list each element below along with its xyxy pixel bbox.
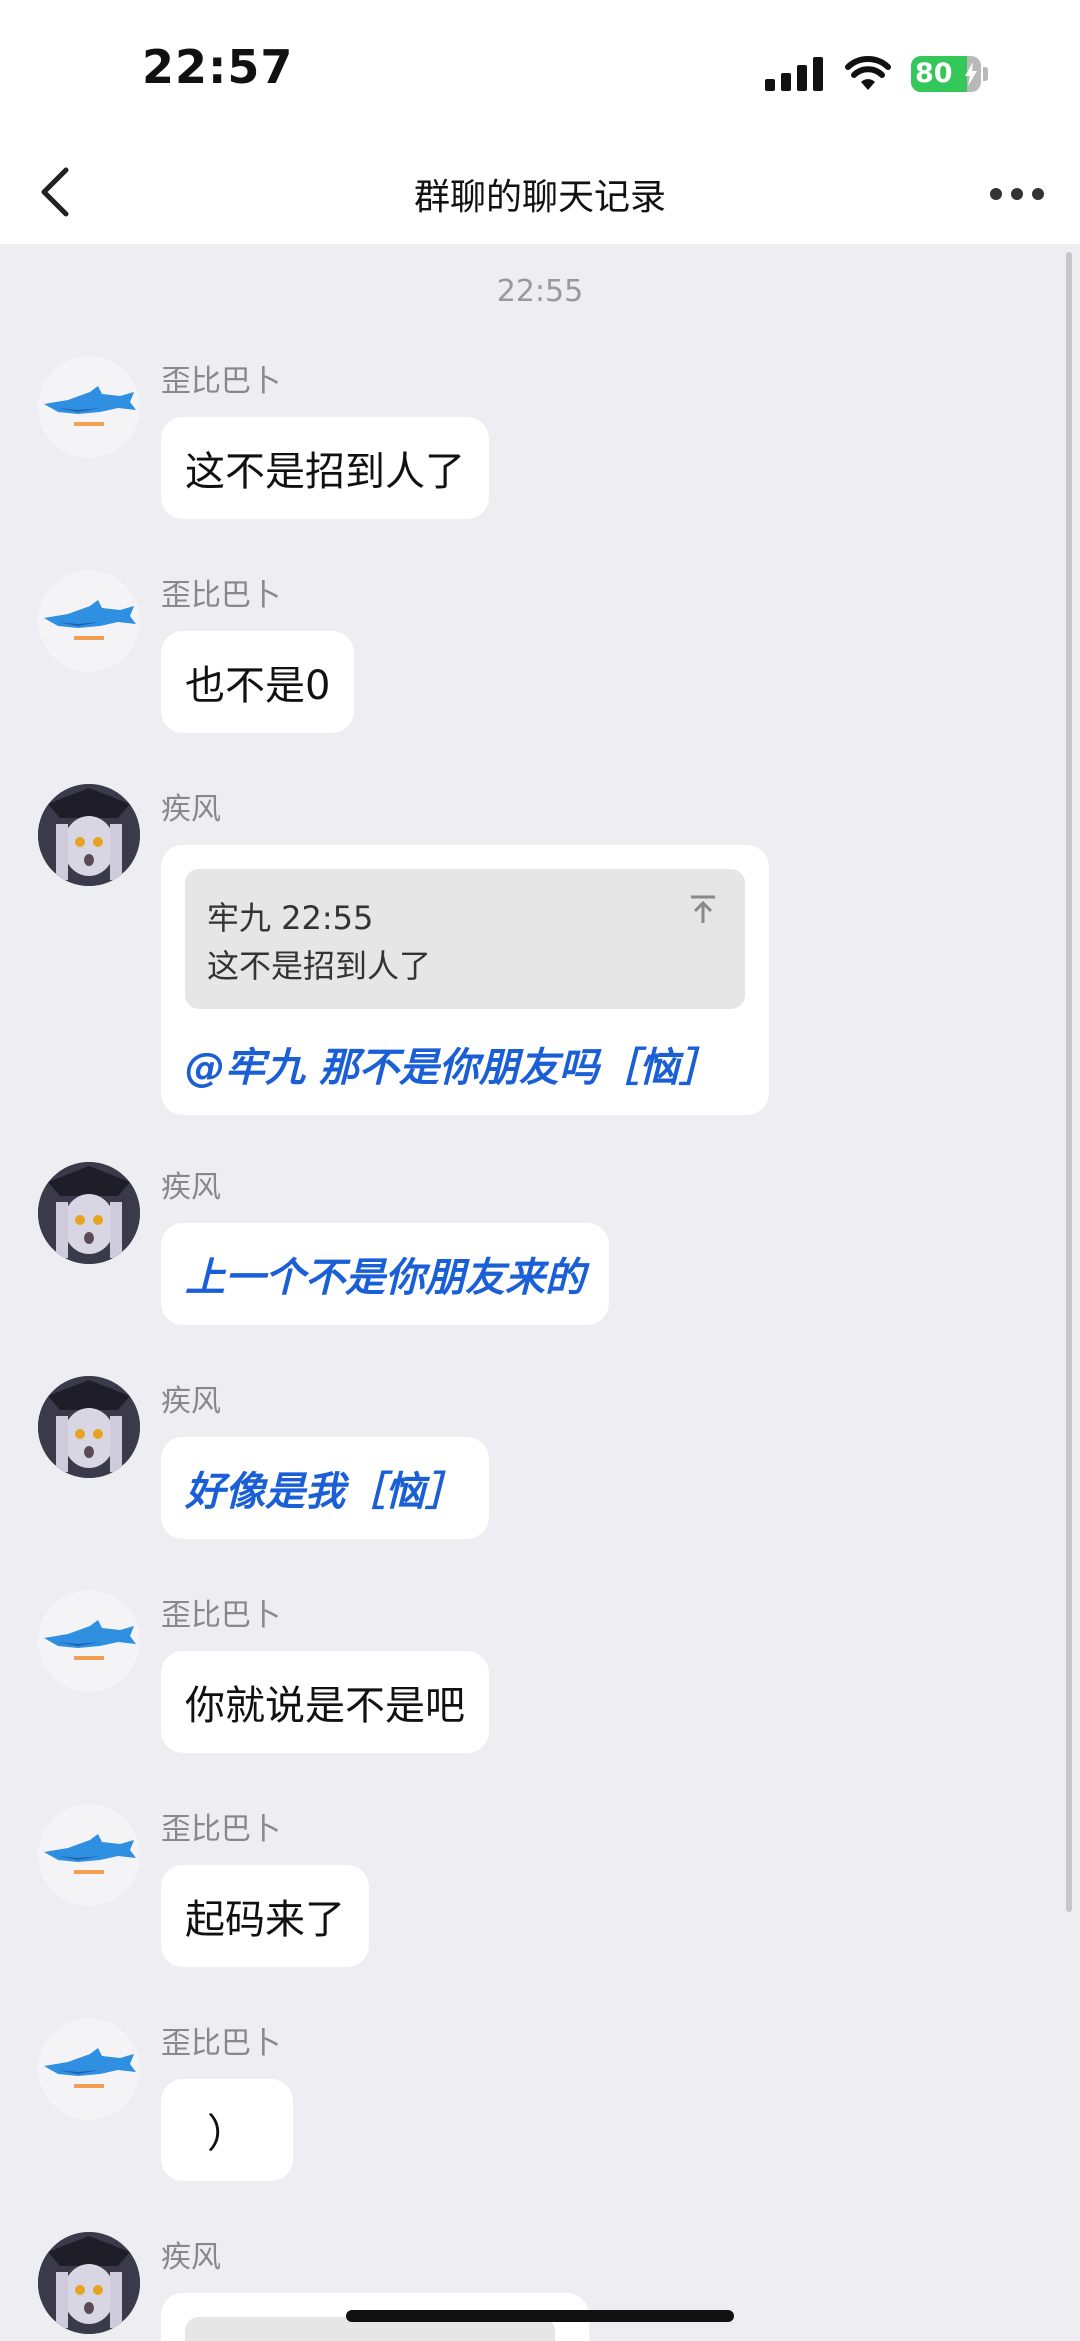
time-divider: 22:55: [496, 274, 584, 309]
home-indicator[interactable]: [346, 2310, 734, 2322]
message-bubble[interactable]: 牢九 22:55 这不是招到人了 @牢九 那不是你朋友吗［恼］: [161, 845, 769, 1115]
sender-name: 歪比巴卜: [161, 1598, 281, 1633]
avatar[interactable]: [38, 2018, 140, 2120]
avatar[interactable]: [38, 1590, 140, 1692]
avatar[interactable]: [38, 1804, 140, 1906]
sender-name: 歪比巴卜: [161, 364, 281, 399]
avatar[interactable]: [38, 356, 140, 458]
avatar[interactable]: [38, 784, 140, 886]
sender-name: 疾风: [161, 1170, 221, 1205]
sender-name: 歪比巴卜: [161, 2026, 281, 2061]
shark-avatar-icon: [44, 1834, 136, 1874]
avatar[interactable]: [38, 1376, 140, 1478]
message-bubble[interactable]: 也不是0: [161, 631, 355, 733]
anime-avatar-icon: [38, 1376, 140, 1478]
sender-name: 歪比巴卜: [161, 578, 281, 613]
sender-name: 疾风: [161, 792, 221, 827]
shark-avatar-icon: [44, 2048, 136, 2088]
cellular-signal-icon: [765, 57, 823, 91]
message-bubble[interactable]: 你就说是不是吧: [161, 1651, 489, 1753]
shark-avatar-icon: [44, 600, 136, 640]
status-bar: 22:57 80: [0, 0, 1080, 140]
page-title: 群聊的聊天记录: [413, 177, 666, 218]
chat-history[interactable]: 22:55 歪比巴卜 这不是招到人了 歪比巴卜 也不是0 疾风 牢九 22:55…: [0, 244, 1080, 2341]
status-icons: 80: [765, 52, 988, 96]
battery-cap: [983, 67, 988, 81]
avatar[interactable]: [38, 570, 140, 672]
quote-text: 这不是招到人了: [207, 947, 432, 985]
sender-name: 疾风: [161, 2240, 221, 2275]
message-bubble[interactable]: 上一个不是你朋友来的: [161, 1223, 609, 1325]
wifi-icon: [845, 56, 891, 90]
quote-author-time: 牢九 22:55: [207, 899, 374, 937]
sender-name: 疾风: [161, 1384, 221, 1419]
anime-avatar-icon: [38, 784, 140, 886]
message-bubble[interactable]: 这不是招到人了: [161, 417, 489, 519]
sender-name: 歪比巴卜: [161, 1812, 281, 1847]
quoted-message[interactable]: 牢九 22:55 这不是招到人了: [185, 869, 745, 1009]
charging-bolt-icon: [965, 62, 977, 86]
scrollbar[interactable]: [1066, 252, 1072, 1912]
message-bubble[interactable]: 起码来了: [161, 1865, 369, 1967]
anime-avatar-icon: [38, 1162, 140, 1264]
message-bubble[interactable]: ）: [161, 2079, 293, 2181]
anime-avatar-icon: [38, 2232, 140, 2334]
message-bubble[interactable]: 好像是我［恼］: [161, 1437, 489, 1539]
status-time: 22:57: [142, 40, 294, 94]
shark-avatar-icon: [44, 1620, 136, 1660]
avatar[interactable]: [38, 2232, 140, 2334]
battery-icon: 80: [911, 56, 981, 92]
more-button[interactable]: [982, 166, 1052, 222]
avatar[interactable]: [38, 1162, 140, 1264]
message-text: @牢九 那不是你朋友吗［恼］: [185, 1045, 719, 1091]
jump-to-original-icon[interactable]: [687, 893, 719, 925]
shark-avatar-icon: [44, 386, 136, 426]
more-horizontal-icon: [990, 188, 1044, 200]
nav-bar: 群聊的聊天记录: [0, 140, 1080, 244]
